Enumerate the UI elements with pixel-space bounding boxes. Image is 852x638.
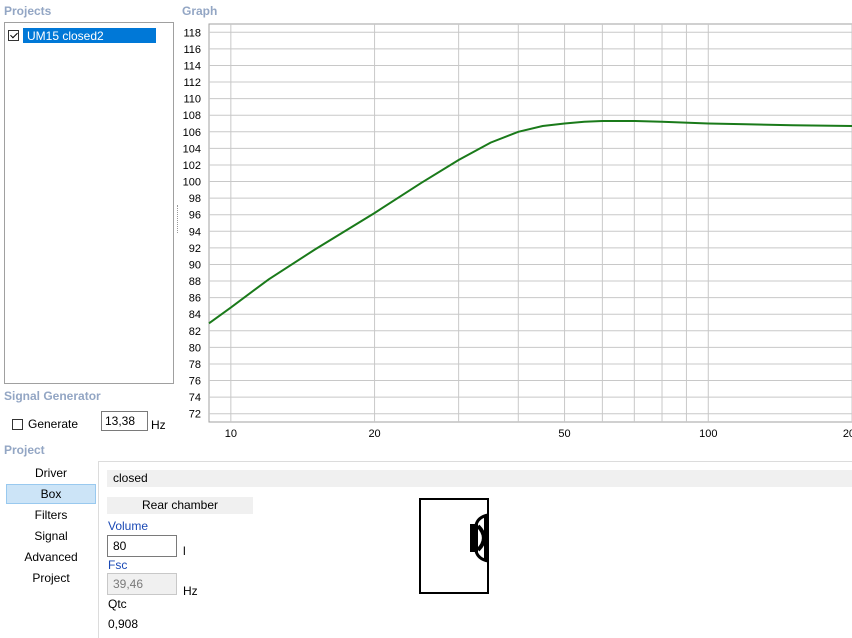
y-tick-label: 118	[183, 27, 201, 39]
x-tick-label: 10	[225, 428, 237, 440]
fsc-unit: Hz	[183, 584, 198, 598]
y-tick-label: 114	[183, 60, 201, 72]
nav-signal[interactable]: Signal	[6, 526, 96, 546]
frequency-unit: Hz	[151, 418, 166, 432]
y-tick-label: 88	[189, 276, 201, 288]
y-tick-label: 86	[189, 293, 201, 305]
y-tick-label: 72	[189, 409, 201, 421]
generate-label[interactable]: Generate	[28, 417, 78, 431]
generate-row[interactable]: Generate	[12, 417, 78, 431]
y-tick-label: 90	[189, 259, 201, 271]
fsc-label: Fsc	[108, 558, 128, 572]
y-tick-label: 98	[189, 193, 201, 205]
y-tick-label: 84	[189, 309, 201, 321]
y-tick-label: 104	[183, 143, 201, 155]
y-tick-label: 108	[183, 110, 201, 122]
y-tick-label: 94	[189, 226, 201, 238]
x-tick-label: 50	[558, 428, 570, 440]
volume-label: Volume	[108, 519, 149, 533]
project-title: Project	[4, 443, 45, 457]
frequency-input[interactable]: 13,38	[101, 411, 148, 431]
nav-project[interactable]: Project	[6, 568, 96, 588]
x-tick-label: 100	[699, 428, 717, 440]
nav-advanced[interactable]: Advanced	[6, 547, 96, 567]
signal-generator-title: Signal Generator	[4, 389, 101, 403]
y-tick-label: 110	[183, 94, 201, 106]
y-tick-label: 106	[183, 127, 201, 139]
qtc-value: 0,908	[108, 617, 139, 631]
fsc-field: 39,46	[107, 573, 177, 595]
rear-chamber-header: Rear chamber	[107, 497, 253, 514]
response-graph[interactable]: 72 74 76 78 80 82 84 86 88 90 92 94 96 98 100 102 104 106…	[0, 0, 852, 445]
nav-driver[interactable]: Driver	[6, 463, 96, 483]
x-tick-label: 20	[368, 428, 380, 440]
volume-input[interactable]: 80	[107, 535, 177, 557]
y-tick-label: 82	[189, 326, 201, 338]
volume-unit: l	[183, 544, 186, 558]
box-diagram	[419, 498, 489, 594]
y-tick-label: 74	[189, 392, 201, 404]
y-tick-label: 76	[189, 376, 201, 388]
plot-area	[208, 23, 852, 423]
y-tick-label: 102	[183, 160, 201, 172]
qtc-label: Qtc	[108, 597, 127, 611]
y-tick-label: 78	[189, 359, 201, 371]
y-tick-label: 100	[183, 177, 201, 189]
y-tick-label: 116	[183, 44, 201, 56]
box-type-header: closed	[107, 470, 852, 487]
y-tick-label: 112	[183, 77, 201, 89]
nav-box[interactable]: Box	[6, 484, 96, 504]
y-tick-label: 92	[189, 243, 201, 255]
x-tick-label: 200	[843, 428, 852, 440]
y-tick-label: 96	[189, 210, 201, 222]
nav-filters[interactable]: Filters	[6, 505, 96, 525]
generate-checkbox[interactable]	[12, 418, 23, 430]
y-tick-label: 80	[189, 342, 201, 354]
